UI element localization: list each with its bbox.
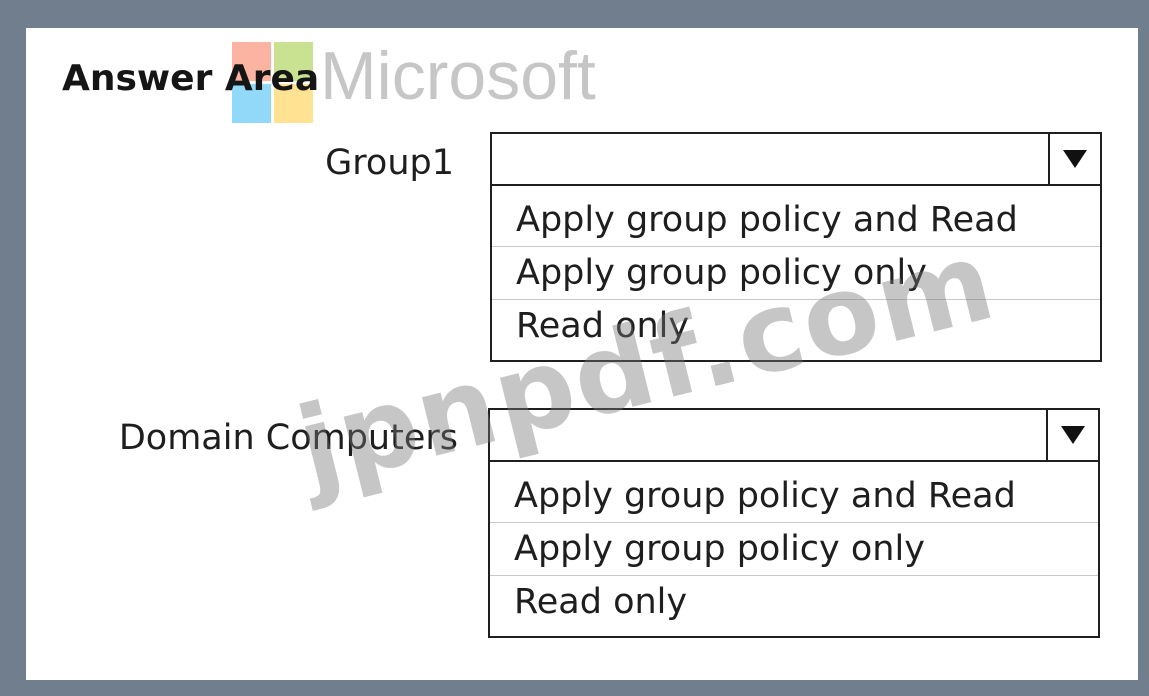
answer-area-panel: Microsoft Answer Area Group1 Apply group… — [26, 28, 1138, 680]
domain-computers-option-read-only[interactable]: Read only — [490, 576, 1098, 636]
group1-option-apply-and-read[interactable]: Apply group policy and Read — [492, 194, 1100, 247]
domain-computers-option-apply-only[interactable]: Apply group policy only — [490, 523, 1098, 576]
domain-computers-dropdown[interactable]: Apply group policy and Read Apply group … — [488, 408, 1100, 638]
triangle-down-icon — [1061, 426, 1085, 444]
domain-computers-dropdown-toggle[interactable] — [1046, 410, 1098, 460]
domain-computers-option-apply-and-read[interactable]: Apply group policy and Read — [490, 470, 1098, 523]
microsoft-logo-text: Microsoft — [320, 38, 596, 114]
domain-computers-select[interactable] — [488, 408, 1100, 462]
domain-computers-label: Domain Computers — [118, 418, 458, 458]
group1-option-apply-only[interactable]: Apply group policy only — [492, 247, 1100, 300]
group1-dropdown[interactable]: Apply group policy and Read Apply group … — [490, 132, 1102, 362]
group1-options-list: Apply group policy and Read Apply group … — [490, 186, 1102, 362]
answer-area-title: Answer Area — [62, 58, 320, 99]
group1-select[interactable] — [490, 132, 1102, 186]
group1-label: Group1 — [325, 143, 454, 183]
group1-dropdown-toggle[interactable] — [1048, 134, 1100, 184]
domain-computers-options-list: Apply group policy and Read Apply group … — [488, 462, 1100, 638]
group1-option-read-only[interactable]: Read only — [492, 300, 1100, 360]
triangle-down-icon — [1063, 150, 1087, 168]
